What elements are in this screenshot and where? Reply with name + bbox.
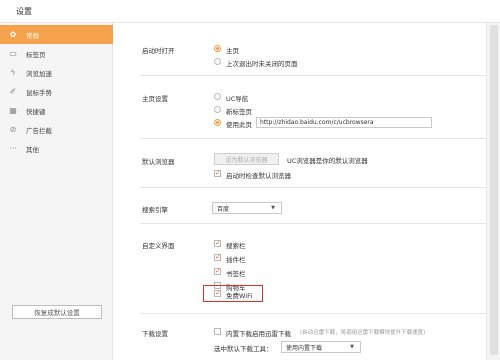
- sidebar-item-general[interactable]: ✿ 常规: [0, 25, 113, 44]
- block-icon: ⊘: [9, 125, 17, 134]
- chevron-down-icon: ▼: [350, 344, 354, 350]
- title-bar: 设置: [0, 0, 500, 23]
- checkbox-label: 插件栏: [226, 256, 246, 264]
- set-default-browser-button[interactable]: 设为默认浏览器: [214, 153, 279, 165]
- section-label-search: 搜索引擎: [142, 206, 168, 214]
- section-label-custom-ui: 自定义界面: [142, 242, 175, 250]
- search-engine-value: 百度: [217, 205, 230, 213]
- check-default-browser-checkbox[interactable]: ✓: [214, 170, 221, 177]
- sidebar-item-acceleration[interactable]: ϟ 浏览加速: [0, 63, 113, 82]
- radio-label: 使用此页: [226, 121, 252, 129]
- checkbox-free-wifi[interactable]: ✓: [214, 290, 221, 297]
- sidebar-item-shortcuts[interactable]: ▦ 快捷键: [0, 101, 113, 120]
- divider: [140, 138, 486, 139]
- divider: [140, 313, 486, 314]
- sidebar-item-label: 鼠标手势: [26, 88, 52, 97]
- settings-panel: 启动时打开 主页 上次退出时未关闭的页面 主页设置 UC导航 新标签页 使用此页…: [114, 23, 486, 360]
- more-icon: ···: [9, 144, 17, 153]
- checkbox-label: 书签栏: [226, 270, 246, 278]
- sidebar-item-label: 其他: [26, 145, 39, 154]
- radio-label: 上次退出时未关闭的页面: [226, 60, 298, 68]
- divider: [140, 187, 486, 188]
- chevron-down-icon: ▼: [271, 205, 275, 211]
- checkbox-search-bar[interactable]: ✓: [214, 240, 221, 247]
- download-tool-value: 使用内置下载: [286, 344, 323, 352]
- keyboard-icon: ▦: [9, 106, 17, 115]
- default-browser-status: UC浏览器是你的默认浏览器: [287, 157, 368, 165]
- sidebar-item-label: 浏览加速: [26, 69, 52, 78]
- sidebar-item-gestures[interactable]: ✐ 鼠标手势: [0, 82, 113, 101]
- window-title: 设置: [16, 7, 32, 16]
- checkbox-bookmark-bar[interactable]: ✓: [214, 268, 221, 275]
- radio-homepage-uc-nav[interactable]: [214, 93, 221, 100]
- sidebar-item-other[interactable]: ··· 其他: [0, 139, 113, 158]
- radio-homepage-new-tab[interactable]: [214, 106, 221, 113]
- checkbox-plugin-bar[interactable]: ✓: [214, 254, 221, 261]
- checkbox-label: 启动时检查默认浏览器: [226, 172, 291, 180]
- lightning-icon: ϟ: [10, 68, 16, 77]
- sidebar-item-tabs[interactable]: ▭ 标签页: [0, 44, 113, 63]
- tab-icon: ▭: [9, 49, 17, 58]
- divider: [140, 223, 486, 224]
- section-label-default-browser: 默认浏览器: [142, 158, 175, 166]
- radio-homepage-custom[interactable]: [214, 119, 221, 126]
- radio-label: UC导航: [226, 95, 249, 103]
- radio-startup-last-session[interactable]: [214, 58, 221, 65]
- section-label-homepage: 主页设置: [142, 95, 168, 103]
- checkbox-label: 内置下载启用迅雷下载: [226, 330, 291, 338]
- divider: [140, 75, 486, 76]
- default-download-tool-label: 选中默认下载工具：: [214, 345, 273, 353]
- radio-startup-home[interactable]: [214, 45, 221, 52]
- search-engine-select[interactable]: 百度 ▼: [212, 202, 282, 214]
- homepage-url-input[interactable]: [256, 117, 432, 128]
- radio-label: 主页: [226, 47, 239, 55]
- gear-icon: ✿: [9, 30, 17, 39]
- scrollbar-thumb[interactable]: [490, 25, 498, 355]
- sidebar-item-label: 标签页: [26, 50, 46, 59]
- sidebar-item-label: 常规: [26, 31, 39, 40]
- checkbox-label: 免费WiFi: [226, 292, 253, 300]
- radio-label: 新标签页: [226, 108, 252, 116]
- section-label-startup: 启动时打开: [142, 47, 175, 55]
- checkbox-label: 搜索栏: [226, 242, 246, 250]
- sidebar: ✿ 常规 ▭ 标签页 ϟ 浏览加速 ✐ 鼠标手势 ▦ 快捷键 ⊘ 广告拦截 ··…: [0, 23, 113, 360]
- restore-defaults-button[interactable]: 恢复成默认设置: [12, 305, 102, 319]
- download-tool-select[interactable]: 使用内置下载 ▼: [281, 341, 361, 353]
- sidebar-item-adblock[interactable]: ⊘ 广告拦截: [0, 120, 113, 139]
- sidebar-item-label: 快捷键: [26, 107, 46, 116]
- section-label-download: 下载设置: [142, 330, 168, 338]
- gesture-icon: ✐: [9, 87, 17, 96]
- scrollbar[interactable]: [486, 23, 500, 360]
- sidebar-item-label: 广告拦截: [26, 126, 52, 135]
- checkbox-thunder-download[interactable]: [214, 328, 221, 335]
- download-hint: (启动迅雷下载，将调用迅雷下载模块提升下载速度): [300, 330, 426, 336]
